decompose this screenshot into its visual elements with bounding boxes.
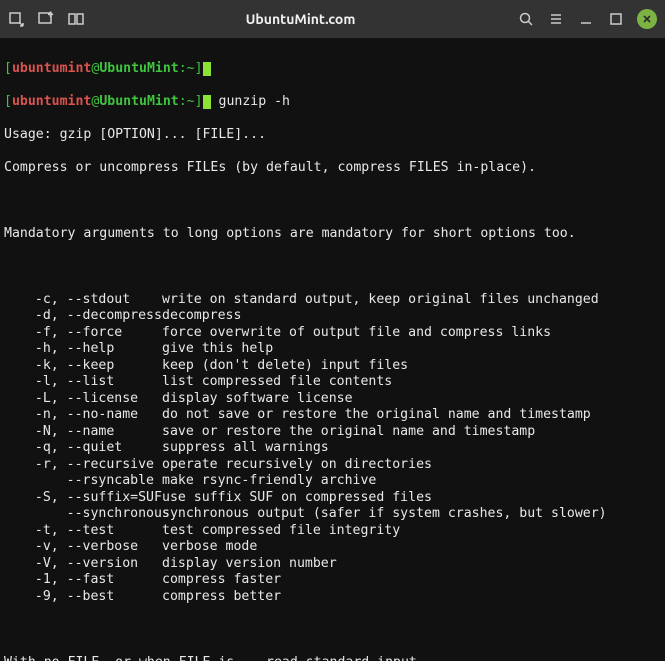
titlebar-left-controls: + [8, 11, 84, 27]
option-desc: give this help [162, 341, 273, 358]
svg-text:+: + [48, 11, 53, 19]
output-nofile: With no FILE, or when FILE is -, read st… [4, 655, 661, 661]
option-row: -L, --licensedisplay software license [4, 391, 661, 408]
option-desc: save or restore the original name and ti… [162, 424, 535, 441]
command-text: gunzip -h [219, 94, 290, 109]
option-desc: synchronous output (safer if system cras… [162, 506, 607, 523]
option-flag: -k, --keep [4, 358, 162, 375]
option-desc: display version number [162, 556, 337, 573]
option-flag: -N, --name [4, 424, 162, 441]
option-desc: operate recursively on directories [162, 457, 432, 474]
option-row: -l, --listlist compressed file contents [4, 374, 661, 391]
maximize-icon[interactable] [607, 10, 625, 28]
option-row: -V, --versiondisplay version number [4, 556, 661, 573]
option-desc: force overwrite of output file and compr… [162, 325, 551, 342]
option-row: --rsyncablemake rsync-friendly archive [4, 473, 661, 490]
option-flag: -L, --license [4, 391, 162, 408]
option-flag: --rsyncable [4, 473, 162, 490]
output-mandatory: Mandatory arguments to long options are … [4, 226, 661, 243]
option-desc: use suffix SUF on compressed files [162, 490, 432, 507]
output-usage: Usage: gzip [OPTION]... [FILE]... [4, 127, 661, 144]
prompt-path: ~ [187, 61, 195, 76]
option-row: -r, --recursiveoperate recursively on di… [4, 457, 661, 474]
option-flag: -l, --list [4, 374, 162, 391]
prompt-host: UbuntuMint [99, 61, 178, 76]
option-flag: -c, --stdout [4, 292, 162, 309]
option-desc: keep (don't delete) input files [162, 358, 408, 375]
option-desc: display software license [162, 391, 353, 408]
option-flag: -n, --no-name [4, 407, 162, 424]
option-flag: -v, --verbose [4, 539, 162, 556]
option-flag: -d, --decompress [4, 308, 162, 325]
titlebar: + UbuntuMint.com [0, 0, 665, 38]
prompt-user: ubuntumint [12, 61, 91, 76]
titlebar-right-controls [517, 9, 657, 29]
option-desc: do not save or restore the original name… [162, 407, 591, 424]
option-flag: -h, --help [4, 341, 162, 358]
option-flag: -f, --force [4, 325, 162, 342]
output-desc: Compress or uncompress FILEs (by default… [4, 160, 661, 177]
option-flag: -S, --suffix=SUF [4, 490, 162, 507]
option-flag: -9, --best [4, 589, 162, 606]
option-desc: verbose mode [162, 539, 257, 556]
menu-icon[interactable] [547, 10, 565, 28]
option-desc: suppress all warnings [162, 440, 329, 457]
option-row: -h, --helpgive this help [4, 341, 661, 358]
option-row: -N, --namesave or restore the original n… [4, 424, 661, 441]
option-row: -k, --keepkeep (don't delete) input file… [4, 358, 661, 375]
option-row: -f, --forceforce overwrite of output fil… [4, 325, 661, 342]
option-desc: decompress [162, 308, 241, 325]
option-desc: compress better [162, 589, 281, 606]
option-row: -1, --fastcompress faster [4, 572, 661, 589]
option-row: -S, --suffix=SUFuse suffix SUF on compre… [4, 490, 661, 507]
option-row: -9, --bestcompress better [4, 589, 661, 606]
option-desc: write on standard output, keep original … [162, 292, 599, 309]
option-desc: compress faster [162, 572, 281, 589]
prompt-line: [ubuntumint@UbuntuMint:~] gunzip -h [4, 94, 661, 111]
option-flag: -V, --version [4, 556, 162, 573]
option-row: -n, --no-namedo not save or restore the … [4, 407, 661, 424]
new-window-icon[interactable]: + [38, 11, 54, 27]
option-row: -q, --quietsuppress all warnings [4, 440, 661, 457]
prompt-line: [ubuntumint@UbuntuMint:~] [4, 61, 661, 78]
option-row: --synchronoussynchronous output (safer i… [4, 506, 661, 523]
option-desc: make rsync-friendly archive [162, 473, 376, 490]
terminal-window: + UbuntuMint.com [ubuntumint@ [0, 0, 665, 661]
options-list: -c, --stdoutwrite on standard output, ke… [4, 292, 661, 606]
option-row: -d, --decompressdecompress [4, 308, 661, 325]
window-title: UbuntuMint.com [84, 11, 517, 27]
option-desc: test compressed file integrity [162, 523, 400, 540]
split-icon[interactable] [68, 11, 84, 27]
option-flag: --synchronous [4, 506, 162, 523]
option-flag: -t, --test [4, 523, 162, 540]
option-row: -v, --verboseverbose mode [4, 539, 661, 556]
new-tab-icon[interactable] [8, 11, 24, 27]
option-row: -t, --testtest compressed file integrity [4, 523, 661, 540]
close-button[interactable] [637, 9, 657, 29]
cursor-icon [203, 95, 211, 109]
option-flag: -r, --recursive [4, 457, 162, 474]
option-flag: -1, --fast [4, 572, 162, 589]
option-flag: -q, --quiet [4, 440, 162, 457]
cursor-icon [203, 62, 211, 76]
search-icon[interactable] [517, 10, 535, 28]
option-desc: list compressed file contents [162, 374, 392, 391]
terminal-body[interactable]: [ubuntumint@UbuntuMint:~] [ubuntumint@Ub… [0, 38, 665, 661]
minimize-icon[interactable] [577, 10, 595, 28]
option-row: -c, --stdoutwrite on standard output, ke… [4, 292, 661, 309]
